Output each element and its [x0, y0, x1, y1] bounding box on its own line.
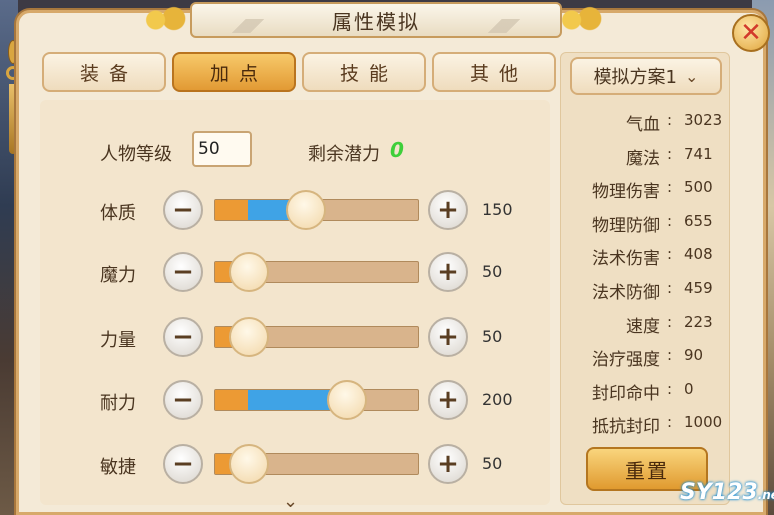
stat-name: 抵抗封印	[592, 417, 660, 438]
stat-value: 1000	[684, 413, 723, 432]
minus-button[interactable]: −	[163, 252, 203, 292]
plus-button[interactable]: +	[428, 317, 468, 357]
stat-value: 3023	[684, 111, 723, 129]
slider-base-fill	[215, 200, 248, 220]
stat-value: 741	[684, 144, 713, 163]
close-button[interactable]: ✕	[732, 14, 770, 52]
title-plate: 属性模拟	[190, 2, 562, 38]
scroll-down-icon[interactable]: ⌄	[283, 491, 298, 512]
attribute-label: 力量	[100, 330, 136, 351]
plus-icon: +	[437, 449, 459, 479]
plan-select-label: 模拟方案1	[593, 67, 678, 88]
minus-button[interactable]: −	[163, 317, 203, 357]
stat-name: 速度	[626, 316, 660, 337]
plus-icon: +	[437, 385, 459, 415]
stat-colon: :	[667, 312, 673, 331]
attribute-value: 50	[482, 327, 503, 346]
minus-icon: −	[172, 385, 194, 415]
stat-name: 法术防御	[592, 283, 660, 303]
stat-name: 法术伤害	[592, 249, 660, 270]
plus-button[interactable]: +	[428, 252, 468, 292]
potential-label: 剩余潜力	[308, 144, 380, 165]
plan-select[interactable]: 模拟方案1 ⌄	[570, 57, 722, 95]
attribute-value: 150	[482, 200, 513, 219]
minus-icon: −	[172, 449, 194, 479]
stat-name: 物理伤害	[592, 182, 660, 203]
stat-name: 物理防御	[592, 215, 660, 236]
chevron-down-icon: ⌄	[685, 66, 699, 86]
attribute-label: 魔力	[100, 265, 136, 286]
level-input[interactable]: 50	[192, 131, 252, 167]
level-label: 人物等级	[100, 144, 172, 165]
minus-button[interactable]: −	[163, 444, 203, 484]
stat-name: 魔法	[626, 148, 660, 169]
attribute-label: 敏捷	[100, 457, 136, 478]
stat-colon: :	[667, 379, 673, 398]
stat-value: 655	[684, 211, 713, 230]
stat-value: 408	[684, 245, 713, 264]
slider-knob[interactable]	[286, 190, 327, 230]
attribute-value: 50	[482, 454, 503, 473]
stat-colon: :	[667, 413, 673, 432]
mountain-decoration	[464, 19, 544, 33]
watermark-main: SY123	[680, 480, 758, 505]
tab-add-points[interactable]: 加点	[172, 52, 296, 92]
stat-name: 气血	[626, 115, 660, 135]
minus-icon: −	[172, 322, 194, 352]
stat-colon: :	[667, 245, 673, 264]
plus-button[interactable]: +	[428, 380, 468, 420]
mountain-decoration	[208, 19, 288, 33]
tab-equipment[interactable]: 装备	[42, 52, 166, 92]
attribute-label: 耐力	[100, 393, 136, 414]
stat-value: 90	[684, 346, 704, 365]
stat-value: 459	[684, 279, 713, 297]
slider-knob[interactable]	[228, 444, 269, 484]
cloud-ornament-right	[556, 6, 608, 34]
attribute-label: 体质	[100, 203, 136, 224]
stat-name: 封印命中	[592, 383, 660, 404]
stat-colon: :	[667, 178, 673, 197]
attribute-slider-track[interactable]	[214, 389, 419, 411]
plus-icon: +	[437, 322, 459, 352]
plus-icon: +	[437, 195, 459, 225]
plus-icon: +	[437, 257, 459, 287]
tab-other[interactable]: 其他	[432, 52, 556, 92]
stat-value: 223	[684, 312, 713, 331]
attribute-value: 50	[482, 262, 503, 281]
plus-button[interactable]: +	[428, 190, 468, 230]
stat-colon: :	[667, 111, 673, 129]
plus-button[interactable]: +	[428, 444, 468, 484]
window-title: 属性模拟	[332, 9, 420, 34]
stat-colon: :	[667, 279, 673, 297]
potential-value: 0	[390, 138, 404, 162]
slider-knob[interactable]	[228, 317, 269, 357]
attribute-value: 200	[482, 390, 513, 409]
minus-icon: −	[172, 195, 194, 225]
cloud-ornament-left	[140, 6, 192, 34]
watermark-logo: SY123.net	[680, 480, 774, 505]
stat-colon: :	[667, 144, 673, 163]
stat-colon: :	[667, 211, 673, 230]
close-icon: ✕	[740, 18, 762, 48]
stat-name: 治疗强度	[592, 350, 660, 371]
minus-icon: −	[172, 257, 194, 287]
stat-value: 0	[684, 379, 694, 398]
minus-button[interactable]: −	[163, 190, 203, 230]
slider-knob[interactable]	[228, 252, 269, 292]
stat-value: 500	[684, 178, 713, 197]
slider-knob[interactable]	[327, 380, 368, 420]
watermark-suffix: .net	[757, 488, 774, 502]
tab-skills[interactable]: 技能	[302, 52, 426, 92]
minus-button[interactable]: −	[163, 380, 203, 420]
slider-base-fill	[215, 390, 248, 410]
stat-colon: :	[667, 346, 673, 365]
